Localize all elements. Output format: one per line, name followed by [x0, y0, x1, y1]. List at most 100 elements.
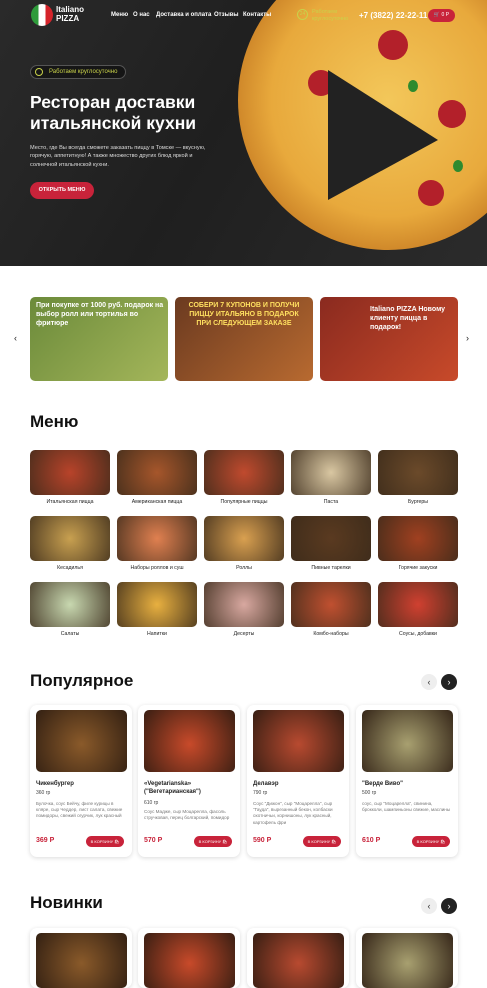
product-card: Чикенбургер 360 гр Булочка, соус Бейчу, фи… [30, 705, 132, 857]
category-tile[interactable]: Роллы [204, 516, 284, 571]
product-price: 369 Р [36, 837, 55, 844]
category-tile[interactable]: Популярные пиццы [204, 450, 284, 505]
promo-banner[interactable]: СОБЕРИ 7 КУПОНОВ И ПОЛУЧИ ПИЦЦУ ИТАЛЬЯНО… [175, 297, 313, 381]
product-image[interactable] [144, 710, 235, 772]
category-tile[interactable]: Соусы, добавки [378, 582, 458, 637]
category-label: Паста [323, 499, 339, 505]
product-name[interactable]: Чикенбургер [36, 780, 126, 788]
category-label: Пивные тарелки [311, 565, 351, 571]
category-label: Кесадилья [57, 565, 83, 571]
nav-menu[interactable]: Меню [111, 12, 128, 18]
product-image[interactable] [36, 710, 127, 772]
category-image [291, 450, 371, 495]
category-tile[interactable]: Бургеры [378, 450, 458, 505]
category-tile[interactable]: Паста [291, 450, 371, 505]
product-name[interactable]: «Vegetarianska» ("Вегетарианская") [144, 780, 234, 796]
product-description: Соус Мадже, сыр Моцарелла, фасоль стручк… [144, 809, 230, 821]
nav-reviews[interactable]: Отзывы [214, 12, 239, 18]
next-arrow-button[interactable]: › [441, 674, 457, 690]
category-image [30, 516, 110, 561]
work-hours: Работаем круглосуточно [312, 9, 349, 22]
product-weight: 500 гр [362, 790, 377, 796]
category-tile[interactable]: Салаты [30, 582, 110, 637]
product-card: Делавэр 790 гр Соус "Дижон", сыр "Моцарелл… [247, 705, 349, 857]
clock-icon [35, 68, 43, 76]
category-tile[interactable]: Кесадилья [30, 516, 110, 571]
product-image[interactable] [362, 933, 453, 988]
next-arrow-button[interactable]: › [441, 898, 457, 914]
category-image [291, 582, 371, 627]
hours-badge: Работаем круглосуточно [30, 65, 127, 79]
category-image [204, 450, 284, 495]
add-to-cart-button[interactable]: В КОРЗИНУ 🛍 [194, 836, 232, 847]
add-to-cart-button[interactable]: В КОРЗИНУ 🛍 [86, 836, 124, 847]
category-tile[interactable]: Пивные тарелки [291, 516, 371, 571]
phone-link[interactable]: +7 (3822) 22-22-11 [359, 11, 427, 20]
promo-banner[interactable]: Italiano PIZZA Новому клиенту пицца в по… [320, 297, 458, 381]
hero-title: Ресторан доставки итальянской кухни [30, 92, 197, 133]
cart-total: 0 Р [441, 12, 450, 18]
product-card [247, 928, 349, 988]
logo-icon[interactable] [31, 4, 53, 26]
product-weight: 360 гр [36, 790, 51, 796]
category-label: Бургеры [408, 499, 428, 505]
hero-text: Место, где Вы всегда сможете заказать пи… [30, 145, 206, 168]
category-tile[interactable]: Итальянская пицца [30, 450, 110, 505]
prev-arrow-button[interactable]: ‹ [421, 898, 437, 914]
product-description: Булочка, соус Бейчу, филе курицы в кляре… [36, 801, 123, 819]
product-card: "Верде Виво" 500 гр соус, сыр "Моцарелла",… [356, 705, 458, 857]
product-image[interactable] [253, 710, 344, 772]
logo-text[interactable]: Italiano PIZZA [56, 5, 84, 23]
category-label: Соусы, добавки [399, 631, 437, 637]
category-label: Горячие закуски [398, 565, 438, 571]
category-image [117, 582, 197, 627]
nav-about[interactable]: О нас [133, 12, 150, 18]
promo-carousel: ‹ При покупке от 1000 руб. подарок на вы… [0, 297, 487, 382]
nav-contacts[interactable]: Контакты [243, 12, 271, 18]
product-name[interactable]: "Верде Виво" [362, 780, 452, 788]
category-image [204, 582, 284, 627]
add-to-cart-button[interactable]: В КОРЗИНУ 🛍 [303, 836, 341, 847]
product-description: Соус "Дижон", сыр "Моцарелла", сыр "Гауд… [253, 801, 333, 825]
nav-delivery[interactable]: Доставка и оплата [156, 12, 211, 18]
category-image [378, 582, 458, 627]
category-image [204, 516, 284, 561]
category-tile[interactable]: Напитки [117, 582, 197, 637]
category-tile[interactable]: Десерты [204, 582, 284, 637]
basket-icon: 🛍 [222, 839, 228, 844]
product-image[interactable] [144, 933, 235, 988]
category-tile[interactable]: Наборы роллов и суш [117, 516, 197, 571]
promo-banner[interactable]: При покупке от 1000 руб. подарок на выбо… [30, 297, 168, 381]
add-to-cart-button[interactable]: В КОРЗИНУ 🛍 [412, 836, 450, 847]
cart-icon: 🛒 [433, 12, 442, 18]
prev-arrow-button[interactable]: ‹ [421, 674, 437, 690]
category-image [378, 516, 458, 561]
chevron-right-icon[interactable]: › [466, 333, 469, 343]
category-image [291, 516, 371, 561]
product-name[interactable]: Делавэр [253, 780, 343, 788]
category-image [117, 516, 197, 561]
product-image[interactable] [253, 933, 344, 988]
category-tile[interactable]: Комбо-наборы [291, 582, 371, 637]
cart-button[interactable]: 🛒 0 Р [428, 9, 455, 22]
category-label: Роллы [236, 565, 252, 571]
category-tile[interactable]: Горячие закуски [378, 516, 458, 571]
category-tile[interactable]: Американская пицца [117, 450, 197, 505]
basket-icon: 🛍 [331, 839, 337, 844]
product-card: «Vegetarianska» ("Вегетарианская") 610 гр… [138, 705, 240, 857]
category-image [30, 582, 110, 627]
product-card [30, 928, 132, 988]
clock-icon: 24 [297, 9, 308, 20]
open-menu-button[interactable]: ОТКРЫТЬ МЕНЮ [30, 182, 94, 199]
product-weight: 610 гр [144, 800, 159, 806]
hero-section: Italiano PIZZA Меню О нас Доставка и опл… [0, 0, 487, 266]
category-label: Американская пицца [131, 499, 183, 505]
menu-title: Меню [30, 412, 79, 431]
category-label: Популярные пиццы [220, 499, 268, 505]
category-label: Итальянская пицца [46, 499, 94, 505]
product-price: 610 Р [362, 837, 381, 844]
product-card [356, 928, 458, 988]
product-image[interactable] [36, 933, 127, 988]
product-image[interactable] [362, 710, 453, 772]
chevron-left-icon[interactable]: ‹ [14, 333, 17, 343]
